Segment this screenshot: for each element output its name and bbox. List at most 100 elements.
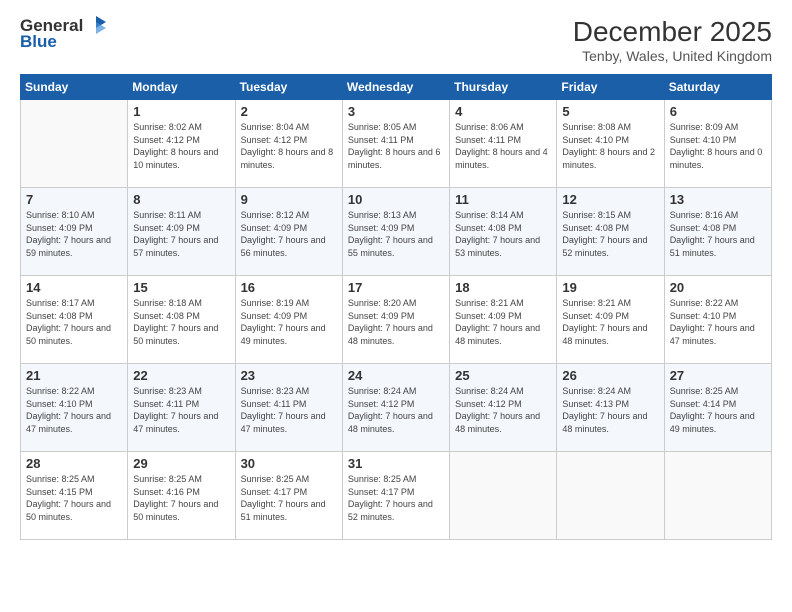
day-info: Sunrise: 8:21 AMSunset: 4:09 PMDaylight:… <box>455 297 551 347</box>
calendar-cell: 28 Sunrise: 8:25 AMSunset: 4:15 PMDayligh… <box>21 452 128 540</box>
calendar-cell: 19 Sunrise: 8:21 AMSunset: 4:09 PMDayligh… <box>557 276 664 364</box>
calendar-cell: 12 Sunrise: 8:15 AMSunset: 4:08 PMDayligh… <box>557 188 664 276</box>
calendar-cell <box>664 452 771 540</box>
day-info: Sunrise: 8:16 AMSunset: 4:08 PMDaylight:… <box>670 209 766 259</box>
day-info: Sunrise: 8:23 AMSunset: 4:11 PMDaylight:… <box>133 385 229 435</box>
calendar-cell: 4 Sunrise: 8:06 AMSunset: 4:11 PMDaylight… <box>450 100 557 188</box>
calendar-cell: 31Sunrise: 8:25 AMSunset: 4:17 PMDayligh… <box>342 452 449 540</box>
day-info: Sunrise: 8:22 AMSunset: 4:10 PMDaylight:… <box>26 385 122 435</box>
day-number: 5 <box>562 104 658 119</box>
day-number: 11 <box>455 192 551 207</box>
day-number: 4 <box>455 104 551 119</box>
day-number: 3 <box>348 104 444 119</box>
calendar-cell <box>557 452 664 540</box>
calendar-row: 14Sunrise: 8:17 AMSunset: 4:08 PMDayligh… <box>21 276 772 364</box>
day-info: Sunrise: 8:24 AMSunset: 4:12 PMDaylight:… <box>348 385 444 435</box>
header-cell-saturday: Saturday <box>664 75 771 100</box>
calendar-cell: 22 Sunrise: 8:23 AMSunset: 4:11 PMDayligh… <box>128 364 235 452</box>
day-number: 24 <box>348 368 444 383</box>
day-info: Sunrise: 8:23 AMSunset: 4:11 PMDaylight:… <box>241 385 337 435</box>
day-info: Sunrise: 8:09 AMSunset: 4:10 PMDaylight:… <box>670 121 766 171</box>
calendar-cell: 17 Sunrise: 8:20 AMSunset: 4:09 PMDayligh… <box>342 276 449 364</box>
calendar-cell: 13 Sunrise: 8:16 AMSunset: 4:08 PMDayligh… <box>664 188 771 276</box>
calendar-row: 28 Sunrise: 8:25 AMSunset: 4:15 PMDayligh… <box>21 452 772 540</box>
day-number: 10 <box>348 192 444 207</box>
day-number: 6 <box>670 104 766 119</box>
calendar-subtitle: Tenby, Wales, United Kingdom <box>573 48 772 64</box>
logo-flag-icon <box>85 14 107 36</box>
day-info: Sunrise: 8:10 AMSunset: 4:09 PMDaylight:… <box>26 209 122 259</box>
day-number: 7 <box>26 192 122 207</box>
header-cell-friday: Friday <box>557 75 664 100</box>
day-number: 2 <box>241 104 337 119</box>
header-cell-monday: Monday <box>128 75 235 100</box>
day-number: 28 <box>26 456 122 471</box>
calendar-cell: 26Sunrise: 8:24 AMSunset: 4:13 PMDayligh… <box>557 364 664 452</box>
calendar-cell: 27Sunrise: 8:25 AMSunset: 4:14 PMDayligh… <box>664 364 771 452</box>
day-number: 15 <box>133 280 229 295</box>
day-number: 22 <box>133 368 229 383</box>
day-info: Sunrise: 8:25 AMSunset: 4:17 PMDaylight:… <box>241 473 337 523</box>
day-info: Sunrise: 8:25 AMSunset: 4:17 PMDaylight:… <box>348 473 444 523</box>
day-info: Sunrise: 8:19 AMSunset: 4:09 PMDaylight:… <box>241 297 337 347</box>
header: General Blue December 2025 Tenby, Wales,… <box>20 16 772 64</box>
calendar-cell: 1 Sunrise: 8:02 AMSunset: 4:12 PMDaylight… <box>128 100 235 188</box>
day-number: 21 <box>26 368 122 383</box>
day-number: 29 <box>133 456 229 471</box>
day-info: Sunrise: 8:22 AMSunset: 4:10 PMDaylight:… <box>670 297 766 347</box>
calendar-cell: 23 Sunrise: 8:23 AMSunset: 4:11 PMDayligh… <box>235 364 342 452</box>
day-info: Sunrise: 8:25 AMSunset: 4:15 PMDaylight:… <box>26 473 122 523</box>
calendar-cell: 25Sunrise: 8:24 AMSunset: 4:12 PMDayligh… <box>450 364 557 452</box>
calendar-table: SundayMondayTuesdayWednesdayThursdayFrid… <box>20 74 772 540</box>
day-number: 8 <box>133 192 229 207</box>
calendar-cell: 8 Sunrise: 8:11 AMSunset: 4:09 PMDaylight… <box>128 188 235 276</box>
calendar-cell: 5 Sunrise: 8:08 AMSunset: 4:10 PMDaylight… <box>557 100 664 188</box>
calendar-cell: 24 Sunrise: 8:24 AMSunset: 4:12 PMDayligh… <box>342 364 449 452</box>
day-number: 26 <box>562 368 658 383</box>
calendar-cell <box>21 100 128 188</box>
day-number: 9 <box>241 192 337 207</box>
calendar-cell: 7 Sunrise: 8:10 AMSunset: 4:09 PMDaylight… <box>21 188 128 276</box>
day-number: 30 <box>241 456 337 471</box>
day-number: 1 <box>133 104 229 119</box>
header-cell-thursday: Thursday <box>450 75 557 100</box>
day-number: 23 <box>241 368 337 383</box>
day-info: Sunrise: 8:13 AMSunset: 4:09 PMDaylight:… <box>348 209 444 259</box>
day-number: 20 <box>670 280 766 295</box>
header-cell-wednesday: Wednesday <box>342 75 449 100</box>
day-info: Sunrise: 8:05 AMSunset: 4:11 PMDaylight:… <box>348 121 444 171</box>
calendar-cell: 15Sunrise: 8:18 AMSunset: 4:08 PMDayligh… <box>128 276 235 364</box>
day-info: Sunrise: 8:20 AMSunset: 4:09 PMDaylight:… <box>348 297 444 347</box>
calendar-cell: 29 Sunrise: 8:25 AMSunset: 4:16 PMDayligh… <box>128 452 235 540</box>
calendar-cell: 11 Sunrise: 8:14 AMSunset: 4:08 PMDayligh… <box>450 188 557 276</box>
calendar-cell <box>450 452 557 540</box>
calendar-cell: 16Sunrise: 8:19 AMSunset: 4:09 PMDayligh… <box>235 276 342 364</box>
calendar-cell: 10 Sunrise: 8:13 AMSunset: 4:09 PMDayligh… <box>342 188 449 276</box>
day-info: Sunrise: 8:11 AMSunset: 4:09 PMDaylight:… <box>133 209 229 259</box>
title-block: December 2025 Tenby, Wales, United Kingd… <box>573 16 772 64</box>
day-number: 13 <box>670 192 766 207</box>
calendar-title: December 2025 <box>573 16 772 48</box>
day-info: Sunrise: 8:06 AMSunset: 4:11 PMDaylight:… <box>455 121 551 171</box>
day-info: Sunrise: 8:25 AMSunset: 4:16 PMDaylight:… <box>133 473 229 523</box>
logo: General Blue <box>20 16 107 52</box>
day-number: 12 <box>562 192 658 207</box>
header-cell-tuesday: Tuesday <box>235 75 342 100</box>
day-info: Sunrise: 8:15 AMSunset: 4:08 PMDaylight:… <box>562 209 658 259</box>
calendar-row: 7 Sunrise: 8:10 AMSunset: 4:09 PMDaylight… <box>21 188 772 276</box>
day-info: Sunrise: 8:14 AMSunset: 4:08 PMDaylight:… <box>455 209 551 259</box>
day-number: 19 <box>562 280 658 295</box>
calendar-cell: 2Sunrise: 8:04 AMSunset: 4:12 PMDaylight… <box>235 100 342 188</box>
calendar-row: 1 Sunrise: 8:02 AMSunset: 4:12 PMDaylight… <box>21 100 772 188</box>
calendar-row: 21 Sunrise: 8:22 AMSunset: 4:10 PMDayligh… <box>21 364 772 452</box>
day-number: 27 <box>670 368 766 383</box>
day-info: Sunrise: 8:02 AMSunset: 4:12 PMDaylight:… <box>133 121 229 171</box>
day-number: 25 <box>455 368 551 383</box>
calendar-cell: 18Sunrise: 8:21 AMSunset: 4:09 PMDayligh… <box>450 276 557 364</box>
day-info: Sunrise: 8:21 AMSunset: 4:09 PMDaylight:… <box>562 297 658 347</box>
day-number: 17 <box>348 280 444 295</box>
day-info: Sunrise: 8:08 AMSunset: 4:10 PMDaylight:… <box>562 121 658 171</box>
calendar-cell: 3 Sunrise: 8:05 AMSunset: 4:11 PMDaylight… <box>342 100 449 188</box>
header-cell-sunday: Sunday <box>21 75 128 100</box>
calendar-cell: 9Sunrise: 8:12 AMSunset: 4:09 PMDaylight… <box>235 188 342 276</box>
